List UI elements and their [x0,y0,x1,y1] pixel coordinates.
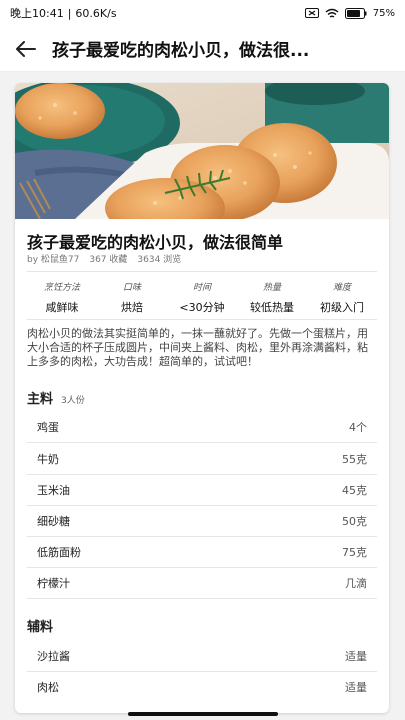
status-left: 晚上10:41 | 60.6K/s [10,5,117,21]
secondary-ingredients-title: 辅料 [27,620,54,635]
ingredient-amount: 适量 [345,649,367,663]
ingredient-name: 牛奶 [37,452,59,466]
attr-taste: 口味 烘焙 [97,280,167,315]
status-right: 75% [304,7,395,19]
attr-value: 初级入门 [320,301,364,314]
app-header: 孩子最爱吃的肉松小贝，做法很... [0,26,405,72]
ingredient-row: 细砂糖 50克 [27,505,377,536]
ingredient-name: 柠檬汁 [37,576,70,590]
divider [27,598,377,599]
attr-difficulty: 难度 初级入门 [307,280,377,315]
attr-value: <30分钟 [179,301,225,314]
ingredient-name: 沙拉酱 [37,649,70,663]
ingredient-amount: 4个 [349,420,367,434]
ingredient-row: 低筋面粉 75克 [27,536,377,567]
arrow-left-icon [16,40,36,57]
home-indicator[interactable] [128,712,278,716]
attr-label: 口味 [122,283,141,293]
sim-off-icon [304,8,319,18]
main-ingredients-header: 主料 3人份 [27,388,85,407]
ingredient-name: 鸡蛋 [37,420,59,434]
back-button[interactable] [0,26,52,72]
ingredient-name: 低筋面粉 [37,545,81,559]
recipe-favorites: 367 收藏 [89,255,128,265]
status-bar: 晚上10:41 | 60.6K/s 75% [0,0,405,26]
ingredient-amount: 适量 [345,680,367,694]
ingredient-name: 玉米油 [37,483,70,497]
battery-icon [344,7,367,19]
attr-value: 较低热量 [250,301,294,314]
ingredient-row: 柠檬汁 几滴 [27,567,377,598]
ingredient-name: 细砂糖 [37,514,70,528]
ingredient-row: 肉松 适量 [27,671,377,702]
divider [27,319,377,320]
attr-calories: 热量 较低热量 [237,280,307,315]
recipe-photo-graphic [15,83,389,219]
wifi-icon [325,8,339,19]
status-time: 晚上10:41 [10,7,64,20]
recipe-author[interactable]: by 松鼠鱼77 [27,252,79,265]
recipe-photo[interactable] [15,83,389,219]
battery-percent: 75% [372,7,395,19]
ingredient-amount: 55克 [342,452,367,466]
servings-label: 3人份 [61,396,85,406]
attr-value: 咸鲜味 [45,301,79,314]
page-title: 孩子最爱吃的肉松小贝，做法很... [52,41,310,61]
attr-label: 烹饪方法 [43,283,80,293]
main-ingredients-title: 主料 [27,392,54,407]
recipe-views: 3634 浏览 [137,255,182,265]
attr-label: 热量 [262,283,281,293]
recipe-attributes: 烹饪方法 咸鲜味 口味 烘焙 时间 <30分钟 热量 较低热量 难度 初级入门 [27,280,377,315]
ingredient-row: 玉米油 45克 [27,474,377,505]
recipe-description: 肉松小贝的做法其实挺简单的，一抹一蘸就好了。先做一个蛋糕片，用大小合适的杯子压成… [27,327,368,368]
attr-method: 烹饪方法 咸鲜味 [27,280,97,315]
ingredient-name: 肉松 [37,680,59,694]
divider [27,271,377,272]
recipe-title: 孩子最爱吃的肉松小贝，做法很简单 [27,233,284,252]
ingredient-amount: 几滴 [345,576,367,590]
attr-label: 时间 [192,283,211,293]
status-separator: | [67,6,72,20]
attr-time: 时间 <30分钟 [167,280,237,315]
ingredient-row: 沙拉酱 适量 [27,640,377,671]
recipe-card: 孩子最爱吃的肉松小贝，做法很简单 by 松鼠鱼77 367 收藏 3634 浏览… [15,83,389,713]
status-network-speed: 60.6K/s [75,6,117,20]
attr-label: 难度 [332,283,351,293]
attr-value: 烘焙 [121,301,143,314]
recipe-meta: by 松鼠鱼77 367 收藏 3634 浏览 [27,252,181,265]
ingredient-row: 鸡蛋 4个 [27,411,377,442]
secondary-ingredients-header: 辅料 [27,616,53,635]
ingredient-amount: 75克 [342,545,367,559]
ingredient-amount: 50克 [342,514,367,528]
battery-value: 75 [372,7,386,19]
ingredient-row: 牛奶 55克 [27,443,377,474]
ingredient-amount: 45克 [342,483,367,497]
